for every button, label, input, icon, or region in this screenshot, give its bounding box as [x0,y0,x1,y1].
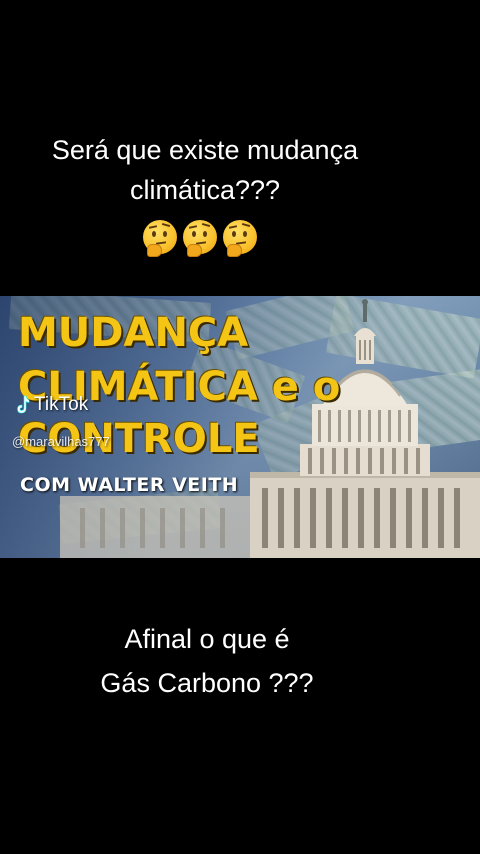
tiktok-watermark: TikTok [16,394,88,416]
caption-top: Será que existe mudança climática??? [0,130,410,210]
thinking-face-icon [223,220,257,257]
tiktok-username[interactable]: @maravilhas777 [12,434,110,449]
video-post-screen[interactable]: Será que existe mudança climática??? MUD… [0,0,480,854]
thinking-face-icon [143,220,177,257]
tiktok-brand-label: TikTok [34,394,89,415]
caption-top-line2: climática??? [129,175,281,205]
caption-bottom: Afinal o que é Gás Carbono ??? [0,617,414,705]
video-subtitle: COM WALTER VEITH [20,474,239,496]
thinking-face-icon [183,220,217,257]
caption-bottom-line2: Gás Carbono ??? [100,668,314,698]
video-title-line1: MUDANÇA [18,310,249,356]
thinking-emoji-row [143,220,257,257]
video-thumbnail[interactable]: MUDANÇA CLIMÁTICA e o CONTROLE COM WALTE… [0,296,480,558]
caption-top-line1: Será que existe mudança [51,135,359,165]
tiktok-logo-icon [17,395,30,414]
caption-bottom-line1: Afinal o que é [124,624,290,654]
